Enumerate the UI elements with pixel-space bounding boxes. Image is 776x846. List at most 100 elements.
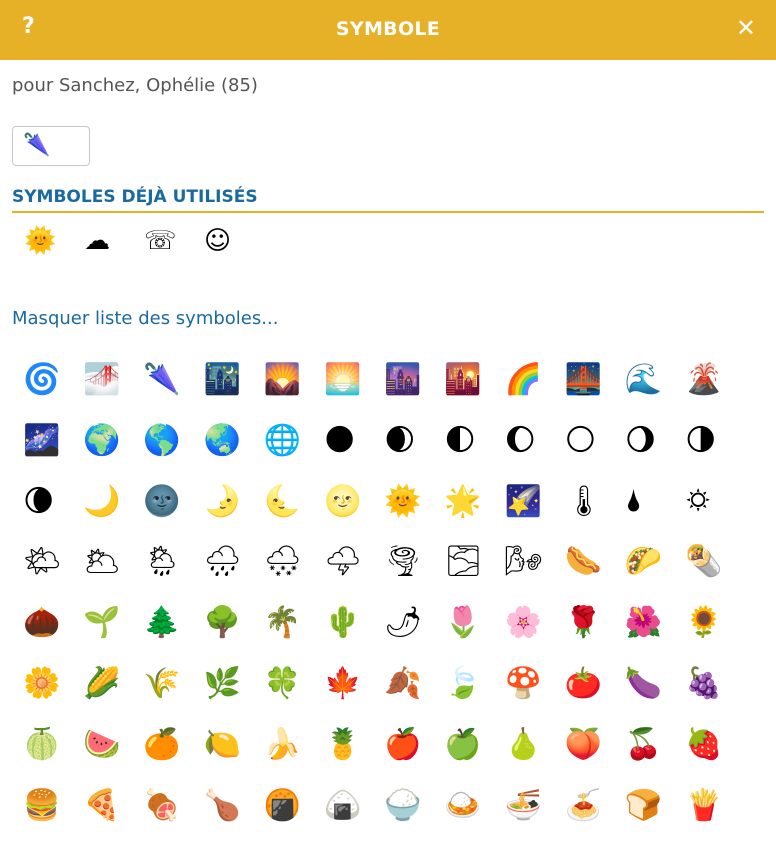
symbol-option[interactable]: 🌅 [324, 360, 384, 421]
symbol-option[interactable]: 🍀 [264, 664, 324, 725]
used-symbol[interactable]: ☏ [144, 226, 204, 256]
symbol-option[interactable]: 🌬 [505, 542, 565, 603]
symbol-option[interactable]: 🌪 [384, 542, 444, 603]
symbol-option[interactable]: 🌵 [324, 603, 384, 664]
symbol-option[interactable]: 🍙 [324, 786, 384, 846]
symbol-option[interactable]: 🍁 [324, 664, 384, 725]
symbol-option[interactable]: 🌰 [23, 603, 83, 664]
symbol-option[interactable]: 🌏 [204, 421, 264, 482]
symbol-option[interactable]: 🌎 [143, 421, 203, 482]
symbol-option[interactable]: 🌷 [444, 603, 504, 664]
symbol-option[interactable]: 🌶 [384, 603, 444, 664]
close-icon[interactable]: ✕ [736, 14, 756, 42]
symbol-option[interactable]: 🌇 [444, 360, 504, 421]
symbol-option[interactable]: 🌩 [324, 542, 384, 603]
symbol-option[interactable]: 🌞 [384, 482, 444, 543]
symbol-option[interactable]: 🌾 [143, 664, 203, 725]
symbol-option[interactable]: 🍄 [505, 664, 565, 725]
symbol-option[interactable]: 🌨 [264, 542, 324, 603]
symbol-option[interactable]: 🌂 [143, 360, 203, 421]
symbol-option[interactable]: 🍂 [384, 664, 444, 725]
symbol-option[interactable]: 🍇 [685, 664, 745, 725]
symbol-option[interactable]: 🌲 [143, 603, 203, 664]
symbol-option[interactable]: 🌫 [444, 542, 504, 603]
symbol-option[interactable]: 🌼 [23, 664, 83, 725]
symbol-option[interactable]: 🌓 [444, 421, 504, 482]
symbol-option[interactable]: 🍚 [384, 786, 444, 846]
symbol-option[interactable]: 🌱 [83, 603, 143, 664]
symbol-option[interactable]: 🌡 [565, 482, 625, 543]
symbol-option[interactable]: 🍋 [204, 725, 264, 786]
symbol-option[interactable]: 🌥 [83, 542, 143, 603]
symbol-option[interactable]: 🌀 [23, 360, 83, 421]
symbol-option[interactable]: 🍐 [505, 725, 565, 786]
symbol-option[interactable]: 🌽 [83, 664, 143, 725]
symbol-option[interactable]: 🌭 [565, 542, 625, 603]
symbol-option[interactable]: 🌃 [204, 360, 264, 421]
symbol-option[interactable]: 🌚 [143, 482, 203, 543]
symbol-option[interactable]: 🌍 [83, 421, 143, 482]
selected-symbol-field[interactable]: 🌂 [12, 126, 90, 166]
symbol-option[interactable]: 🌔 [505, 421, 565, 482]
symbol-option[interactable]: 🍞 [625, 786, 685, 846]
symbol-option[interactable]: 🍊 [143, 725, 203, 786]
symbol-option[interactable]: 🌠 [505, 482, 565, 543]
symbol-option[interactable]: 🍅 [565, 664, 625, 725]
symbol-option[interactable]: 🌑 [324, 421, 384, 482]
symbol-option[interactable]: 🌉 [565, 360, 625, 421]
symbol-option[interactable]: 🌜 [264, 482, 324, 543]
symbol-option[interactable]: 🌋 [685, 360, 745, 421]
symbol-option[interactable]: 🌗 [685, 421, 745, 482]
symbol-option[interactable]: 🍟 [685, 786, 745, 846]
symbol-option[interactable]: 🌦 [143, 542, 203, 603]
symbol-option[interactable]: 🍎 [384, 725, 444, 786]
symbol-option[interactable]: 🌿 [204, 664, 264, 725]
symbol-option[interactable]: 🍗 [204, 786, 264, 846]
symbol-option[interactable]: 🍆 [625, 664, 685, 725]
symbol-option[interactable]: 🌸 [505, 603, 565, 664]
symbol-option[interactable]: 🌢 [625, 482, 685, 543]
symbol-option[interactable]: 🌖 [625, 421, 685, 482]
symbol-option[interactable]: 🌒 [384, 421, 444, 482]
used-symbol[interactable]: ☁ [84, 226, 144, 256]
symbol-option[interactable]: 🍑 [565, 725, 625, 786]
symbol-option[interactable]: 🌴 [264, 603, 324, 664]
hide-symbol-list-link[interactable]: Masquer liste des symboles... [12, 308, 278, 329]
symbol-option[interactable]: 🌯 [685, 542, 745, 603]
symbol-option[interactable]: 🌘 [23, 482, 83, 543]
symbol-option[interactable]: 🌊 [625, 360, 685, 421]
symbol-option[interactable]: 🌧 [204, 542, 264, 603]
symbol-option[interactable]: 🌌 [23, 421, 83, 482]
symbol-option[interactable]: 🌟 [444, 482, 504, 543]
symbol-option[interactable]: 🍌 [264, 725, 324, 786]
symbol-option[interactable]: 🌄 [264, 360, 324, 421]
symbol-option[interactable]: 🍓 [685, 725, 745, 786]
symbol-option[interactable]: 🌈 [505, 360, 565, 421]
symbol-option[interactable]: 🌮 [625, 542, 685, 603]
symbol-option[interactable]: 🍃 [444, 664, 504, 725]
symbol-option[interactable]: 🌤 [23, 542, 83, 603]
symbol-option[interactable]: 🌝 [324, 482, 384, 543]
symbol-option[interactable]: 🌛 [204, 482, 264, 543]
symbol-option[interactable]: 🍒 [625, 725, 685, 786]
symbol-option[interactable]: 🍈 [23, 725, 83, 786]
used-symbol[interactable]: 🌞 [24, 226, 84, 256]
symbol-option[interactable]: 🌐 [264, 421, 324, 482]
symbol-option[interactable]: 🍖 [143, 786, 203, 846]
symbol-option[interactable]: 🍘 [264, 786, 324, 846]
symbol-option[interactable]: 🍝 [565, 786, 625, 846]
symbol-option[interactable]: 🌣 [685, 482, 745, 543]
symbol-option[interactable]: 🌹 [565, 603, 625, 664]
symbol-option[interactable]: 🍏 [444, 725, 504, 786]
symbol-option[interactable]: 🌕 [565, 421, 625, 482]
used-symbol[interactable]: ☺ [204, 226, 264, 256]
symbol-option[interactable]: 🌺 [625, 603, 685, 664]
symbol-option[interactable]: 🌙 [83, 482, 143, 543]
symbol-option[interactable]: 🍛 [444, 786, 504, 846]
symbol-option[interactable]: 🍉 [83, 725, 143, 786]
symbol-option[interactable]: 🌆 [384, 360, 444, 421]
symbol-option[interactable]: 🌳 [204, 603, 264, 664]
symbol-option[interactable]: 🍔 [23, 786, 83, 846]
symbol-option[interactable]: 🍕 [83, 786, 143, 846]
symbol-option[interactable]: 🍍 [324, 725, 384, 786]
